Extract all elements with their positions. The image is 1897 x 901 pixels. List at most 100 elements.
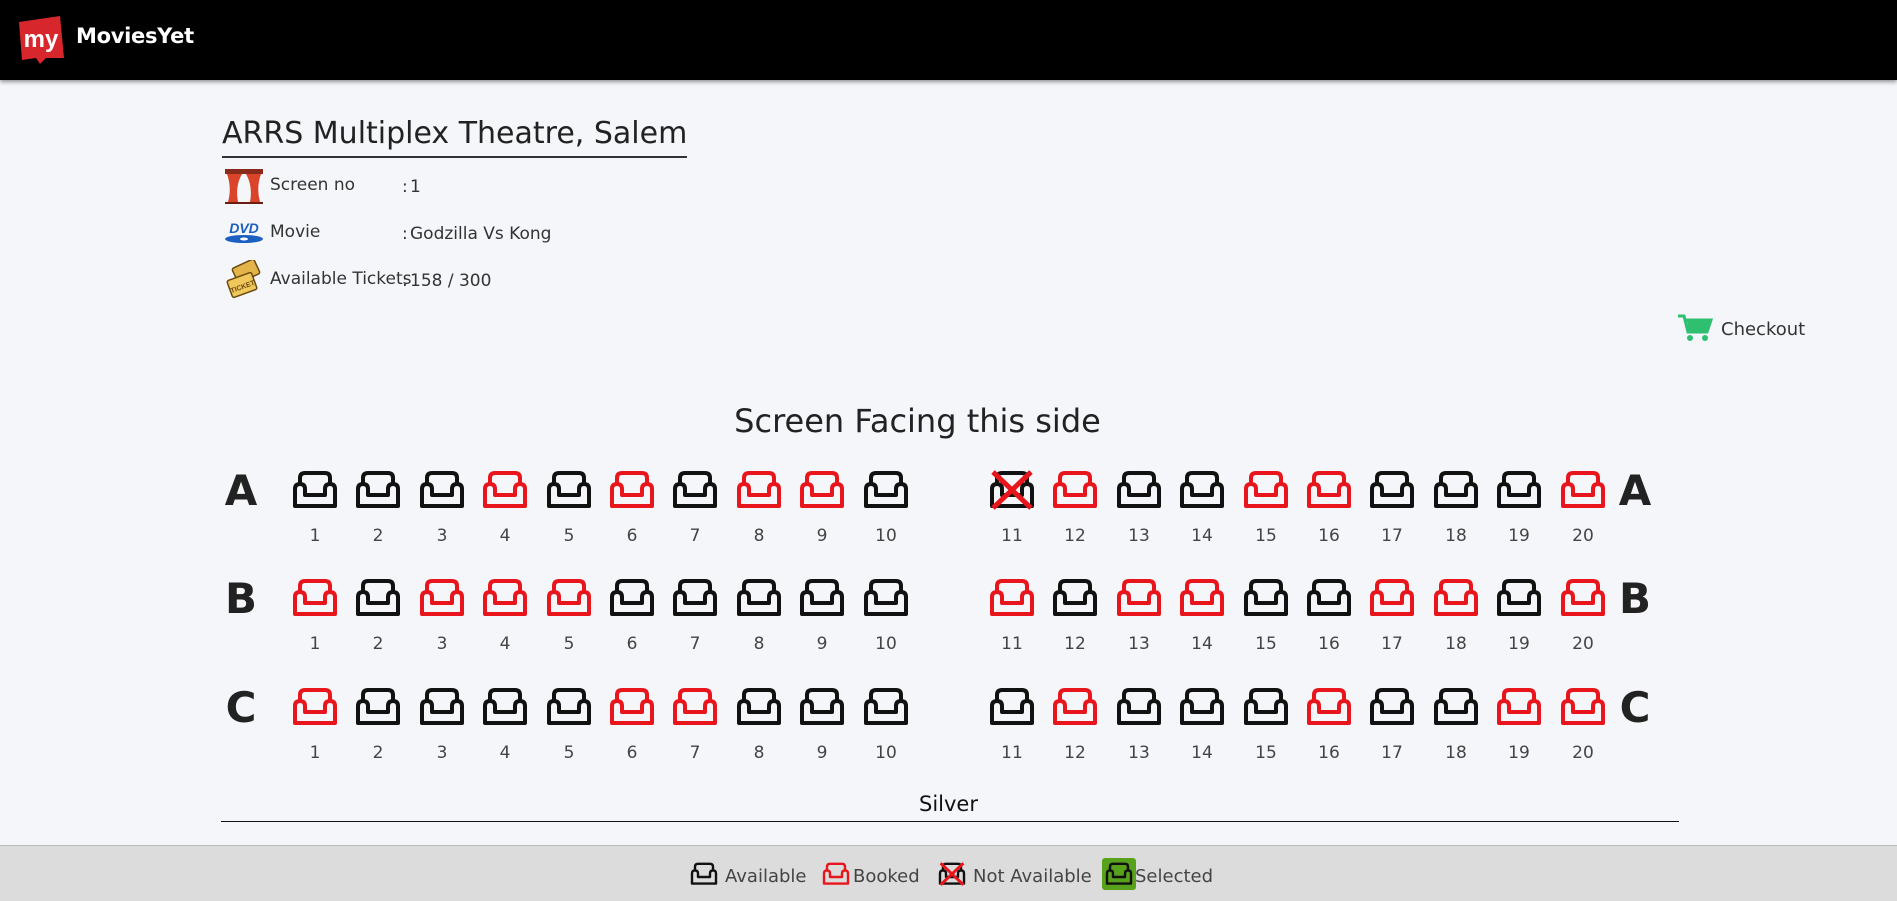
info-row-movie: DVD Movie : Godzilla Vs Kong — [224, 213, 624, 253]
seat-c-10-available[interactable] — [860, 687, 912, 735]
seat-booked-icon — [1434, 579, 1478, 616]
seat-b-12-available[interactable] — [1049, 578, 1101, 626]
seat-available-icon — [293, 471, 337, 508]
seat-number: 4 — [499, 634, 511, 654]
info-label-tickets: Available Tickets — [270, 269, 412, 289]
seat-b-15-available[interactable] — [1240, 578, 1292, 626]
seat-c-17-available[interactable] — [1366, 687, 1418, 735]
seat-b-10-available[interactable] — [860, 578, 912, 626]
seat-b-8-available[interactable] — [733, 578, 785, 626]
info-row-tickets: TICKET Available Tickets : 158 / 300 — [224, 260, 624, 300]
seat-a-7-available[interactable] — [669, 470, 721, 518]
seat-c-8-available[interactable] — [733, 687, 785, 735]
seat-number: 2 — [372, 526, 384, 546]
seat-number: 19 — [1508, 634, 1530, 654]
seat-a-19-available[interactable] — [1493, 470, 1545, 518]
seat-b-16-available[interactable] — [1303, 578, 1355, 626]
seat-a-18-available[interactable] — [1430, 470, 1482, 518]
seat-b-19-available[interactable] — [1493, 578, 1545, 626]
seat-booked-icon — [420, 579, 464, 616]
seat-booked-icon — [293, 579, 337, 616]
seat-booked-icon — [1307, 688, 1351, 725]
info-row-screen: Screen no : 1 — [224, 166, 624, 206]
seat-number: 11 — [1001, 634, 1023, 654]
seat-b-2-available[interactable] — [352, 578, 404, 626]
seat-c-18-available[interactable] — [1430, 687, 1482, 735]
seat-c-11-available[interactable] — [986, 687, 1038, 735]
seat-a-1-available[interactable] — [289, 470, 341, 518]
seat-c-5-available[interactable] — [543, 687, 595, 735]
seat-number: 8 — [753, 526, 765, 546]
seat-c-9-available[interactable] — [796, 687, 848, 735]
seat-booked-icon — [1561, 688, 1605, 725]
theatre-title: ARRS Multiplex Theatre, Salem — [222, 114, 688, 158]
info-colon: : — [402, 271, 408, 291]
seat-c-20-booked — [1557, 687, 1609, 735]
seat-c-3-available[interactable] — [416, 687, 468, 735]
seat-number: 11 — [1001, 743, 1023, 763]
seat-available-icon — [1053, 579, 1097, 616]
seat-c-6-booked — [606, 687, 658, 735]
seat-a-5-available[interactable] — [543, 470, 595, 518]
seat-number: 18 — [1445, 526, 1467, 546]
seat-available-icon — [547, 471, 591, 508]
seat-c-19-booked — [1493, 687, 1545, 735]
seat-a-3-available[interactable] — [416, 470, 468, 518]
seat-a-13-available[interactable] — [1113, 470, 1165, 518]
seat-available-icon — [1497, 579, 1541, 616]
seat-available-icon — [737, 579, 781, 616]
seat-number: 6 — [626, 634, 638, 654]
row-label-b-left: B — [224, 574, 257, 623]
seat-a-17-available[interactable] — [1366, 470, 1418, 518]
seat-booked-icon — [1053, 688, 1097, 725]
seat-c-14-available[interactable] — [1176, 687, 1228, 735]
seat-a-10-available[interactable] — [860, 470, 912, 518]
logo-icon[interactable]: my — [16, 14, 66, 64]
seat-a-14-available[interactable] — [1176, 470, 1228, 518]
seat-number: 12 — [1064, 526, 1086, 546]
seat-number: 5 — [563, 743, 575, 763]
seat-available-icon — [1180, 688, 1224, 725]
row-label-b-right: B — [1618, 574, 1651, 623]
seat-number: 17 — [1381, 634, 1403, 654]
seat-available-icon — [1434, 471, 1478, 508]
seat-number: 17 — [1381, 526, 1403, 546]
seat-b-6-available[interactable] — [606, 578, 658, 626]
seat-number: 13 — [1128, 743, 1150, 763]
seat-booked-icon — [1053, 471, 1097, 508]
seat-booked-icon — [1180, 579, 1224, 616]
seat-booked-icon — [673, 688, 717, 725]
seat-b-7-available[interactable] — [669, 578, 721, 626]
seat-available-icon — [356, 688, 400, 725]
seat-booked-icon — [610, 688, 654, 725]
seat-number: 19 — [1508, 526, 1530, 546]
seat-booked-icon — [1561, 471, 1605, 508]
seat-number: 14 — [1191, 526, 1213, 546]
seat-number: 5 — [563, 526, 575, 546]
seat-b-9-available[interactable] — [796, 578, 848, 626]
seat-c-4-available[interactable] — [479, 687, 531, 735]
seat-available-icon — [420, 471, 464, 508]
brand-name[interactable]: MoviesYet — [76, 24, 194, 48]
seat-booked-icon — [822, 862, 850, 885]
seat-number: 19 — [1508, 743, 1530, 763]
legend-selected-label: Selected — [1135, 866, 1214, 887]
seat-number: 2 — [372, 634, 384, 654]
seat-number: 9 — [816, 743, 828, 763]
seat-c-15-available[interactable] — [1240, 687, 1292, 735]
seat-b-20-booked — [1557, 578, 1609, 626]
seat-c-13-available[interactable] — [1113, 687, 1165, 735]
seat-a-2-available[interactable] — [352, 470, 404, 518]
checkout-button[interactable]: Checkout — [1677, 310, 1817, 346]
seat-available-icon — [356, 579, 400, 616]
seat-c-2-available[interactable] — [352, 687, 404, 735]
seat-number: 9 — [816, 634, 828, 654]
legend-not-available-label: Not Available — [973, 866, 1092, 887]
seat-number: 18 — [1445, 634, 1467, 654]
seat-available-icon — [420, 688, 464, 725]
seat-number: 7 — [689, 634, 701, 654]
seat-available-icon — [610, 579, 654, 616]
seat-selected-icon — [1105, 862, 1133, 885]
row-label-c-left: C — [225, 683, 257, 732]
seat-available-icon — [1307, 579, 1351, 616]
